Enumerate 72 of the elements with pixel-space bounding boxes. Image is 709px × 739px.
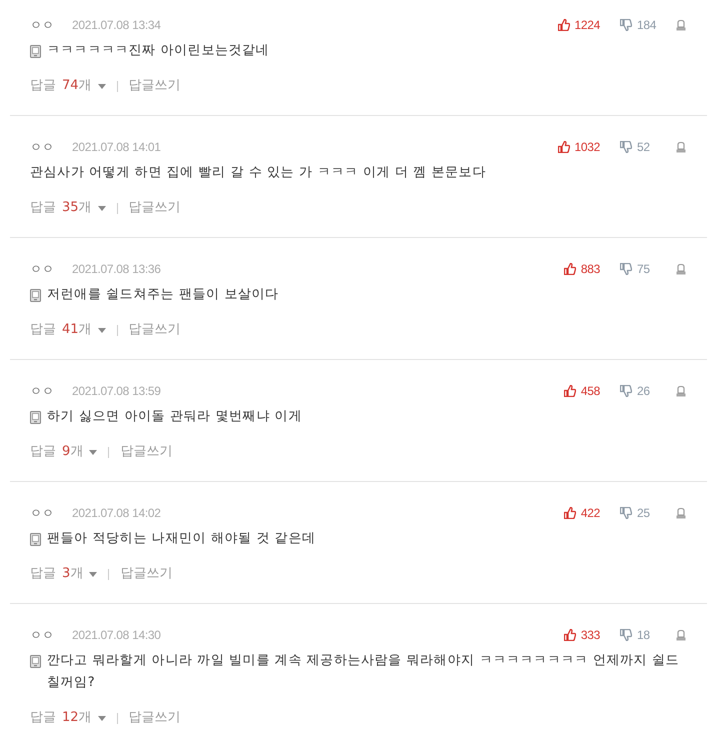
comment-date: 2021.07.08 13:59 <box>72 383 161 399</box>
caret-icon <box>98 84 106 88</box>
siren-icon <box>676 20 686 30</box>
thumbs-up-icon <box>558 141 570 153</box>
author-name: ㅇㅇ <box>30 383 54 399</box>
like-button[interactable]: 422 <box>564 505 600 521</box>
comment-date: 2021.07.08 13:34 <box>72 17 161 33</box>
thumbs-up-icon <box>558 19 570 31</box>
like-button[interactable]: 1032 <box>558 139 600 155</box>
author-name: ㅇㅇ <box>30 17 54 33</box>
author-name: ㅇㅇ <box>30 505 54 521</box>
reply-toggle[interactable]: 답글 41개 <box>30 320 106 340</box>
reply-toggle[interactable]: 답글 74개 <box>30 76 106 96</box>
dislike-button[interactable]: 75 <box>620 261 650 277</box>
thumbs-up-icon <box>564 263 576 275</box>
like-button[interactable]: 1224 <box>558 17 600 33</box>
dislike-button[interactable]: 25 <box>620 505 650 521</box>
report-button[interactable] <box>676 630 686 640</box>
dislike-button[interactable]: 184 <box>620 17 656 33</box>
write-reply-link[interactable]: 답글쓰기 <box>128 320 181 340</box>
author-name: ㅇㅇ <box>30 261 54 277</box>
write-reply-link[interactable]: 답글쓰기 <box>128 76 181 96</box>
like-button[interactable]: 333 <box>564 627 600 643</box>
write-reply-link[interactable]: 답글쓰기 <box>120 564 172 584</box>
report-button[interactable] <box>676 386 686 396</box>
write-reply-link[interactable]: 답글쓰기 <box>128 198 181 218</box>
dislike-button[interactable]: 52 <box>620 139 650 155</box>
report-button[interactable] <box>676 508 686 518</box>
comment-text: 하기 싫으면 아이돌 관둬라 몇번째냐 이게 <box>47 408 302 426</box>
comment-text: ㅋㅋㅋㅋㅋㅋ진짜 아이린보는것같네 <box>47 42 270 60</box>
comment-date: 2021.07.08 13:36 <box>72 261 161 277</box>
caret-icon <box>98 206 106 210</box>
thumbs-down-icon <box>620 263 632 275</box>
caret-icon <box>98 716 106 720</box>
thumbs-down-icon <box>620 385 632 397</box>
comment-text: 팬들아 적당히는 나재민이 해야될 것 같은데 <box>47 530 316 548</box>
reply-toggle[interactable]: 답글 35개 <box>30 198 106 218</box>
reply-toggle[interactable]: 답글 12개 <box>30 708 106 728</box>
comment-text: 관심사가 어떻게 하면 집에 빨리 갈 수 있는 가 ㅋㅋㅋ 이게 더 껨 본문보다 <box>30 164 486 182</box>
comment-date: 2021.07.08 14:01 <box>72 139 161 155</box>
write-reply-link[interactable]: 답글쓰기 <box>128 708 181 728</box>
thumbs-up-icon <box>564 385 576 397</box>
report-button[interactable] <box>676 264 686 274</box>
thumbs-down-icon <box>620 629 632 641</box>
siren-icon <box>676 508 686 518</box>
comment-date: 2021.07.08 14:02 <box>72 505 161 521</box>
write-reply-link[interactable]: 답글쓰기 <box>120 442 172 462</box>
siren-icon <box>676 142 686 152</box>
thumbs-up-icon <box>564 507 576 519</box>
report-button[interactable] <box>676 142 686 152</box>
reply-toggle[interactable]: 답글 9개 <box>30 442 98 462</box>
siren-icon <box>676 630 686 640</box>
author-name: ㅇㅇ <box>30 139 54 155</box>
comment-text: 저런애를 쉴드쳐주는 팬들이 보살이다 <box>47 286 279 304</box>
siren-icon <box>676 264 686 274</box>
caret-icon <box>98 328 106 332</box>
thumbs-down-icon <box>620 19 632 31</box>
report-button[interactable] <box>676 20 686 30</box>
reply-toggle[interactable]: 답글 3개 <box>30 564 98 584</box>
like-button[interactable]: 883 <box>564 261 600 277</box>
thumbs-down-icon <box>620 141 632 153</box>
author-name: ㅇㅇ <box>30 627 54 643</box>
thumbs-up-icon <box>564 629 576 641</box>
dislike-button[interactable]: 18 <box>620 627 650 643</box>
caret-icon <box>89 450 98 454</box>
thumbs-down-icon <box>620 507 632 519</box>
comment-text: 깐다고 뭐라할게 아니라 까일 빌미를 계속 제공하는사람을 뭐라해야지 ㅋㅋㅋㅋㅋㅋㅋㅋ 언제까지 쉴드 칠꺼임? <box>47 652 680 692</box>
comment-date: 2021.07.08 14:30 <box>72 627 161 643</box>
like-button[interactable]: 458 <box>564 383 600 399</box>
siren-icon <box>676 386 686 396</box>
caret-icon <box>89 572 98 576</box>
dislike-button[interactable]: 26 <box>620 383 650 399</box>
